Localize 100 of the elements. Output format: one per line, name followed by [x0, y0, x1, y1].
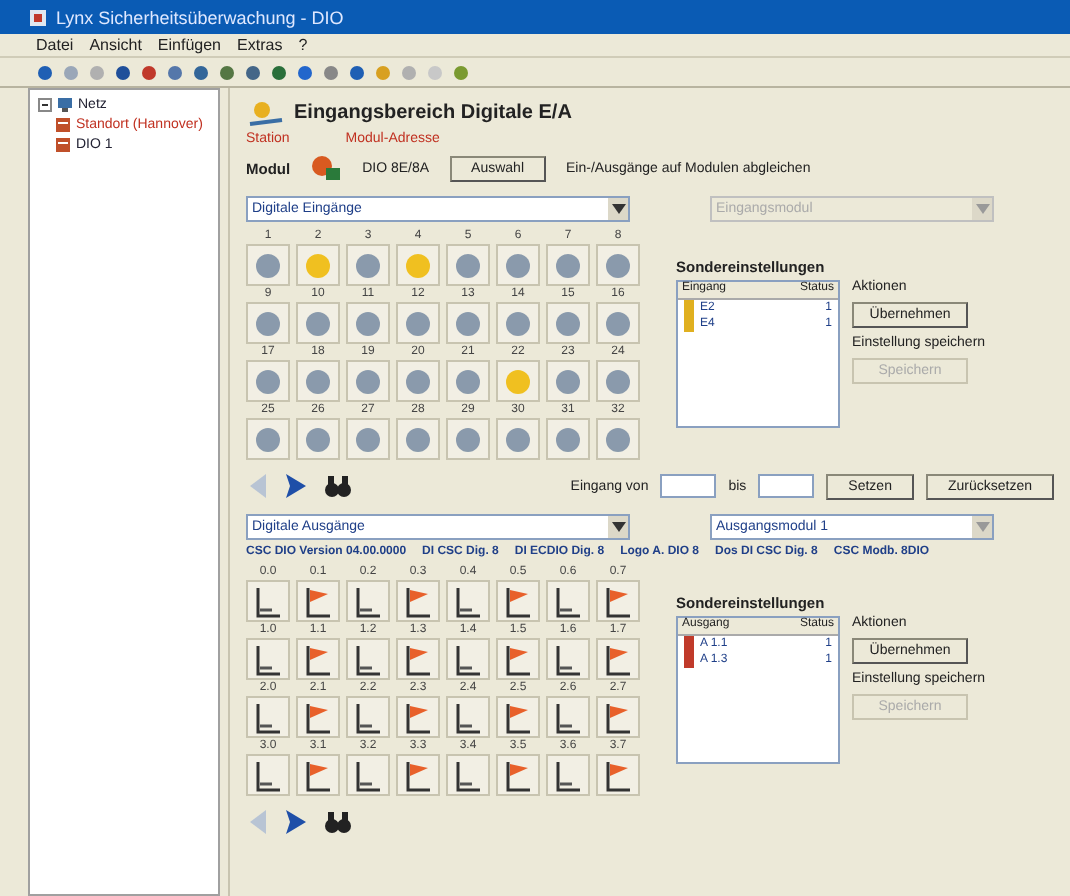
toolbar-button[interactable]: [214, 60, 238, 84]
output-button[interactable]: [246, 638, 290, 680]
led-button[interactable]: [296, 360, 340, 402]
output-button[interactable]: [296, 580, 340, 622]
led-button[interactable]: [346, 360, 390, 402]
led-button[interactable]: [496, 418, 540, 460]
output-button[interactable]: [596, 696, 640, 738]
output-button[interactable]: [446, 696, 490, 738]
output-button[interactable]: [546, 638, 590, 680]
menu-item[interactable]: Ansicht: [89, 36, 142, 54]
caret-icon: [611, 522, 625, 532]
led-button[interactable]: [246, 244, 290, 286]
output-button[interactable]: [396, 696, 440, 738]
right-arrow-icon: [284, 474, 308, 498]
led-button[interactable]: [446, 418, 490, 460]
caret-icon: [975, 204, 989, 214]
sun-icon: [246, 96, 286, 128]
led-button[interactable]: [496, 302, 540, 344]
menu-item[interactable]: Datei: [36, 36, 74, 54]
led-button[interactable]: [446, 360, 490, 402]
menu-item[interactable]: ?: [298, 36, 308, 54]
output-button[interactable]: [296, 754, 340, 796]
next-button[interactable]: [282, 808, 310, 836]
led-button[interactable]: [446, 302, 490, 344]
dot-icon: [217, 63, 235, 81]
toolbar-button[interactable]: [240, 60, 264, 84]
led-button[interactable]: [496, 244, 540, 286]
led-button[interactable]: [596, 418, 640, 460]
search-button[interactable]: [322, 808, 354, 836]
toolbar-button[interactable]: [162, 60, 186, 84]
led-button[interactable]: [296, 418, 340, 460]
led-button[interactable]: [596, 244, 640, 286]
led-button[interactable]: [246, 418, 290, 460]
binoculars-icon: [324, 810, 352, 834]
output-button[interactable]: [446, 638, 490, 680]
output-button[interactable]: [346, 638, 390, 680]
output-button[interactable]: [546, 696, 590, 738]
output-button[interactable]: [346, 696, 390, 738]
window-icon: [28, 7, 48, 27]
output-button[interactable]: [596, 580, 640, 622]
output-button[interactable]: [496, 696, 540, 738]
output-button[interactable]: [496, 638, 540, 680]
dot-icon: [347, 63, 365, 81]
search-button[interactable]: [322, 472, 354, 500]
page-title: Eingangsbereich Digitale E/A: [294, 101, 572, 123]
led-button[interactable]: [346, 418, 390, 460]
led-button[interactable]: [546, 418, 590, 460]
toolbar-button[interactable]: [318, 60, 342, 84]
dot-icon: [269, 63, 287, 81]
led-button[interactable]: [346, 302, 390, 344]
output-button[interactable]: [296, 696, 340, 738]
output-button[interactable]: [496, 580, 540, 622]
led-button[interactable]: [396, 302, 440, 344]
window-title: Lynx Sicherheitsüberwachung - DIO: [56, 7, 344, 27]
led-button[interactable]: [596, 302, 640, 344]
toolbar-button[interactable]: [32, 60, 56, 84]
output-button[interactable]: [596, 638, 640, 680]
led-button[interactable]: [246, 360, 290, 402]
led-button[interactable]: [346, 244, 390, 286]
output-button[interactable]: [546, 580, 590, 622]
output-button[interactable]: [346, 754, 390, 796]
output-button[interactable]: [496, 754, 540, 796]
dot-icon: [425, 63, 443, 81]
led-button[interactable]: [246, 302, 290, 344]
led-button[interactable]: [546, 244, 590, 286]
output-button[interactable]: [596, 754, 640, 796]
dot-icon: [87, 63, 105, 81]
output-button[interactable]: [246, 754, 290, 796]
led-button[interactable]: [596, 360, 640, 402]
output-button[interactable]: [396, 754, 440, 796]
toolbar-button[interactable]: [110, 60, 134, 84]
output-button[interactable]: [546, 754, 590, 796]
output-button[interactable]: [396, 580, 440, 622]
toolbar-button[interactable]: [188, 60, 212, 84]
input-field[interactable]: [758, 474, 815, 498]
dot-icon: [61, 63, 79, 81]
toolbar-button[interactable]: [292, 60, 316, 84]
led-button[interactable]: [546, 302, 590, 344]
dot-icon: [165, 63, 183, 81]
toolbar-button[interactable]: [266, 60, 290, 84]
led-button[interactable]: [396, 360, 440, 402]
led-button[interactable]: [446, 244, 490, 286]
led-button[interactable]: [296, 302, 340, 344]
output-button[interactable]: [396, 638, 440, 680]
toolbar-button[interactable]: [344, 60, 368, 84]
toolbar-button[interactable]: [136, 60, 160, 84]
menu-item[interactable]: Extras: [237, 36, 283, 54]
led-button[interactable]: [396, 418, 440, 460]
output-button[interactable]: [296, 638, 340, 680]
output-button[interactable]: [246, 580, 290, 622]
led-button[interactable]: [546, 360, 590, 402]
input-field[interactable]: [660, 474, 717, 498]
output-button[interactable]: [246, 696, 290, 738]
expander-icon[interactable]: [38, 97, 52, 111]
output-button[interactable]: [446, 580, 490, 622]
output-button[interactable]: [446, 754, 490, 796]
dot-icon: [321, 63, 339, 81]
output-button[interactable]: [346, 580, 390, 622]
menu-item[interactable]: Einfügen: [157, 36, 222, 54]
next-button[interactable]: [282, 472, 310, 500]
